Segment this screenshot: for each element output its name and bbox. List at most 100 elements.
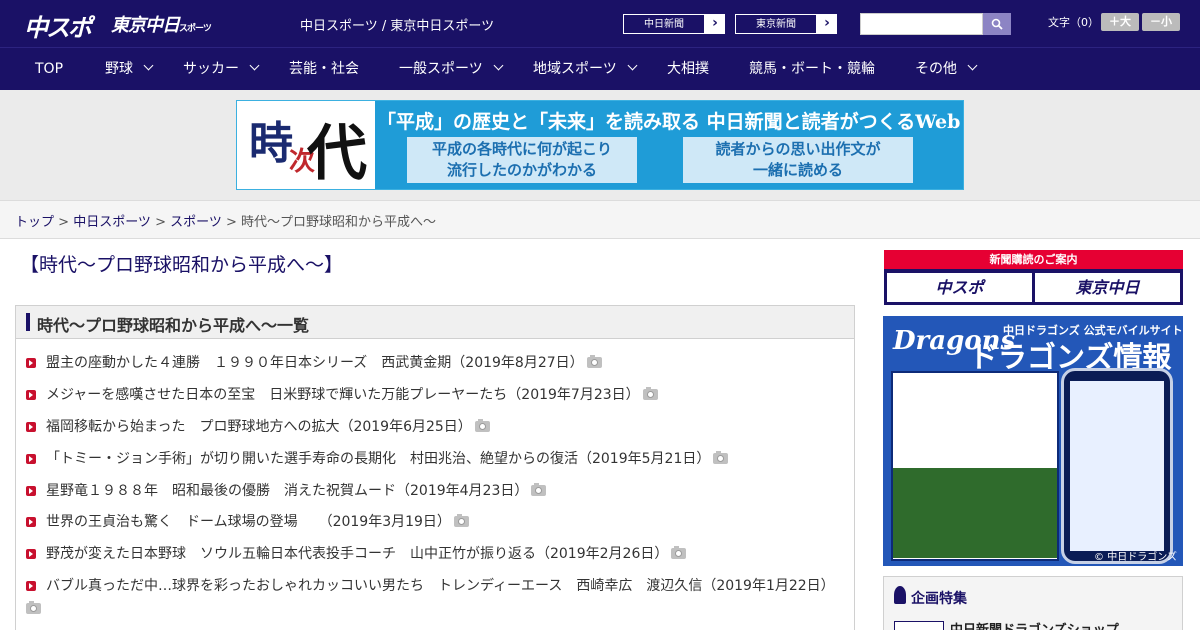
subscription-title: 新聞購読のご案内: [884, 250, 1183, 269]
nav-item-sumo[interactable]: 大相撲: [667, 48, 709, 91]
bullet-arrow-icon: [26, 358, 36, 368]
camera-icon: [671, 546, 687, 559]
font-size-decrease-button[interactable]: －小: [1142, 13, 1180, 31]
bullet-arrow-icon: [26, 517, 36, 527]
list-item[interactable]: 星野竜１９８８年 昭和最後の優勝 消えた祝賀ムード（2019年4月23日）: [26, 480, 846, 503]
search-button[interactable]: [983, 13, 1011, 35]
font-size-increase-button[interactable]: ＋大: [1101, 13, 1139, 31]
subscription-chuspo-logo[interactable]: 中スポ: [887, 273, 1032, 302]
chevron-down-icon: [493, 60, 504, 71]
breadcrumb-link-chunichi-sports[interactable]: 中日スポーツ: [73, 215, 151, 230]
subscription-tokyo-chunichi-logo[interactable]: 東京中日: [1035, 273, 1180, 302]
article-link[interactable]: 星野竜１９８８年 昭和最後の優勝 消えた祝賀ムード（2019年4月23日）: [46, 483, 528, 499]
jidai-logo: 時 次 代: [237, 101, 375, 189]
nav-item-label: 大相撲: [667, 61, 709, 77]
banner-box-left-line2: 流行したのかがわかる: [446, 161, 597, 179]
breadcrumb-link-sports[interactable]: スポーツ: [170, 215, 222, 230]
main-nav: TOP 野球 サッカー 芸能・社会 一般スポーツ 地域スポーツ 大相撲 競馬・ボ…: [0, 47, 1200, 90]
tokyo-chunichi-logo[interactable]: 東京中日スポーツ: [111, 11, 212, 37]
nav-item-baseball[interactable]: 野球: [105, 48, 154, 91]
tokyo-shimbun-label: 東京新聞: [735, 14, 817, 34]
camera-icon: [474, 419, 490, 432]
ribbon-icon: [894, 586, 906, 604]
nav-item-label: サッカー: [183, 61, 239, 77]
subscription-box[interactable]: 新聞購読のご案内 中スポ 東京中日: [884, 250, 1183, 305]
article-link[interactable]: 福岡移転から始まった プロ野球地方への拡大（2019年6月25日）: [46, 419, 472, 435]
site-header: 中スポ 東京中日スポーツ 中日スポーツ / 東京中日スポーツ 中日新聞 › 東京…: [0, 0, 1200, 47]
breadcrumb-separator: >: [221, 215, 242, 230]
list-item[interactable]: バブル真っただ中…球界を彩ったおしゃれカッコいい男たち トレンディーエース 西崎…: [26, 575, 846, 621]
list-item[interactable]: 福岡移転から始まった プロ野球地方への拡大（2019年6月25日）: [26, 416, 846, 439]
breadcrumb-link-top[interactable]: トップ: [15, 215, 54, 230]
heading-bar: [26, 313, 30, 331]
banner-headline: 「平成」の歴史と「未来」を読み取る 中日新聞と読者がつくるWebサイト: [377, 111, 961, 131]
article-link[interactable]: 盟主の座動かした４連勝 １９９０年日本シリーズ 西武黄金期（2019年8月27日…: [46, 355, 584, 371]
camera-icon: [453, 514, 469, 527]
baseball-field-image: [893, 468, 1057, 558]
site-title: 中日スポーツ / 東京中日スポーツ: [300, 19, 495, 34]
jidai-banner-ad[interactable]: 時 次 代 「平成」の歴史と「未来」を読み取る 中日新聞と読者がつくるWebサイ…: [236, 100, 964, 190]
list-item[interactable]: メジャーを感嘆させた日本の至宝 日米野球で輝いた万能プレーヤーたち（2019年7…: [26, 384, 846, 407]
dragons-mobile-ad[interactable]: Dragons 中日ドラゴンズ 公式モバイルサイト ドラゴンズ情報 © 中日ドラ…: [883, 316, 1183, 566]
page-title: 【時代～プロ野球昭和から平成へ～】: [20, 254, 344, 276]
jidai-kanji-toki: 時: [249, 118, 293, 169]
article-link[interactable]: 野茂が変えた日本野球 ソウル五輪日本代表投手コーチ 山中正竹が振り返る（2019…: [46, 546, 668, 562]
nav-item-label: 地域スポーツ: [533, 61, 617, 77]
tokyo-shimbun-link[interactable]: 東京新聞 ›: [734, 13, 838, 35]
jidai-kanji-dai: 代: [307, 119, 367, 189]
banner-box-left: 平成の各時代に何が起こり 流行したのかがわかる: [407, 137, 637, 183]
shop-logo-icon: [894, 621, 944, 630]
chunichi-shimbun-link[interactable]: 中日新聞 ›: [622, 13, 726, 35]
bullet-arrow-icon: [26, 486, 36, 496]
camera-icon: [713, 451, 729, 464]
nav-item-label: 一般スポーツ: [399, 61, 483, 77]
nav-item-other[interactable]: その他: [915, 48, 978, 91]
chevron-down-icon: [249, 60, 260, 71]
nav-item-label: 芸能・社会: [289, 61, 359, 77]
feature-item-link[interactable]: 中日新聞ドラゴンズショップ: [950, 619, 1119, 630]
nav-item-label: TOP: [35, 61, 64, 77]
nav-item-top[interactable]: TOP: [35, 48, 63, 91]
banner-box-right-line2: 一緒に読める: [752, 161, 843, 179]
camera-icon: [642, 387, 658, 400]
list-item[interactable]: 世界の王貞治も驚く ドーム球場の登場 （2019年3月19日）: [26, 511, 846, 534]
smartphone-image: [1061, 368, 1173, 564]
article-link[interactable]: バブル真っただ中…球界を彩ったおしゃれカッコいい男たち トレンディーエース 西崎…: [46, 578, 835, 594]
breadcrumb: トップ > 中日スポーツ > スポーツ > 時代～プロ野球昭和から平成へ～: [15, 211, 436, 230]
camera-icon: [531, 483, 547, 496]
bullet-arrow-icon: [26, 454, 36, 464]
search-input[interactable]: [860, 13, 983, 35]
nav-item-soccer[interactable]: サッカー: [183, 48, 260, 91]
nav-item-label: その他: [915, 61, 957, 77]
bullet-arrow-icon: [26, 390, 36, 400]
list-item[interactable]: 野茂が変えた日本野球 ソウル五輪日本代表投手コーチ 山中正竹が振り返る（2019…: [26, 543, 846, 566]
bullet-arrow-icon: [26, 581, 36, 591]
article-link[interactable]: 世界の王貞治も驚く ドーム球場の登場 （2019年3月19日）: [46, 514, 451, 530]
article-list-title: 時代～プロ野球昭和から平成へ～一覧: [37, 316, 310, 335]
chuspo-logo[interactable]: 中スポ: [24, 8, 92, 43]
scoreboard-screenshot: [891, 371, 1059, 561]
font-size-label: 文字（0）: [1048, 16, 1099, 29]
tokyo-chunichi-logo-sub: スポーツ: [179, 24, 212, 34]
smartphone-screen: [1070, 381, 1164, 551]
chunichi-shimbun-label: 中日新聞: [623, 14, 705, 34]
article-list-header: 時代～プロ野球昭和から平成へ～一覧: [16, 306, 854, 339]
dragons-ad-copyright: © 中日ドラゴンズ: [1094, 552, 1177, 563]
banner-box-right-line1: 読者からの思い出作文が: [715, 140, 881, 158]
banner-box-right: 読者からの思い出作文が 一緒に読める: [683, 137, 913, 183]
nav-item-entertainment[interactable]: 芸能・社会: [289, 48, 359, 91]
nav-item-regional-sports[interactable]: 地域スポーツ: [533, 48, 638, 91]
nav-item-label: 競馬・ボート・競輪: [749, 61, 875, 77]
camera-icon: [26, 601, 41, 614]
chevron-down-icon: [143, 60, 154, 71]
article-link[interactable]: 「トミー・ジョン手術」が切り開いた選手寿命の長期化 村田兆治、絶望からの復活（2…: [46, 451, 710, 467]
list-item[interactable]: 盟主の座動かした４連勝 １９９０年日本シリーズ 西武黄金期（2019年8月27日…: [26, 352, 846, 375]
chevron-down-icon: [967, 60, 978, 71]
nav-item-racing[interactable]: 競馬・ボート・競輪: [749, 48, 875, 91]
tokyo-chunichi-logo-text: 東京中日: [111, 15, 180, 36]
list-item[interactable]: 「トミー・ジョン手術」が切り開いた選手寿命の長期化 村田兆治、絶望からの復活（2…: [26, 448, 846, 471]
breadcrumb-separator: >: [54, 215, 74, 230]
nav-item-general-sports[interactable]: 一般スポーツ: [399, 48, 504, 91]
article-link[interactable]: メジャーを感嘆させた日本の至宝 日米野球で輝いた万能プレーヤーたち（2019年7…: [46, 387, 640, 403]
article-list-panel: 時代～プロ野球昭和から平成へ～一覧 盟主の座動かした４連勝 １９９０年日本シリー…: [15, 305, 855, 630]
